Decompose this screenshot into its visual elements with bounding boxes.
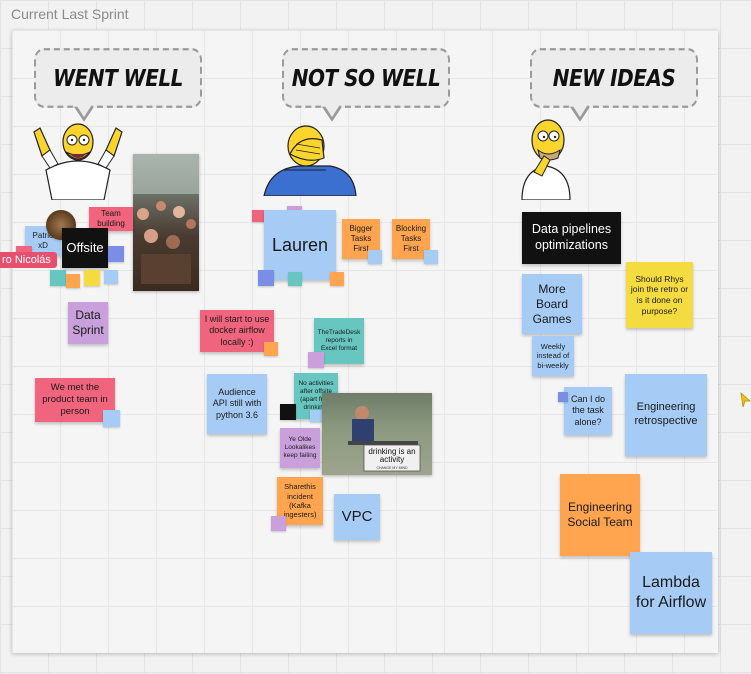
mini-sticky[interactable] bbox=[108, 246, 124, 262]
homer-cheering-icon[interactable] bbox=[32, 118, 124, 200]
note-offsite[interactable]: Offsite bbox=[62, 228, 108, 268]
not-so-well-title: NOT SO WELL bbox=[291, 64, 441, 92]
homer-facepalm-icon[interactable] bbox=[260, 124, 358, 196]
mini-sticky[interactable] bbox=[280, 404, 296, 420]
meme-caption: drinking is an activity bbox=[368, 447, 416, 465]
mini-sticky[interactable] bbox=[308, 352, 324, 368]
photo-crowd-shapes bbox=[133, 154, 199, 284]
mini-sticky[interactable] bbox=[310, 410, 322, 422]
note-data-pipelines[interactable]: Data pipelines optimizations bbox=[522, 212, 621, 264]
note-more-board-games[interactable]: More Board Games bbox=[522, 274, 582, 334]
note-docker-airflow[interactable]: I will start to use docker airflow local… bbox=[200, 310, 274, 352]
note-data-sprint[interactable]: Data Sprint bbox=[68, 302, 108, 344]
note-lauren[interactable]: Lauren bbox=[264, 210, 336, 280]
mini-sticky[interactable] bbox=[368, 250, 382, 264]
change-my-mind-meme[interactable]: drinking is an activity CHANGE MY MIND bbox=[322, 393, 432, 475]
note-lambda[interactable]: Lambda for Airflow bbox=[630, 552, 712, 634]
collaborator-cursor-label: ro Nicolás bbox=[0, 252, 57, 268]
note-eng-social[interactable]: Engineering Social Team bbox=[560, 474, 640, 556]
not-so-well-header[interactable]: NOT SO WELL bbox=[282, 48, 450, 122]
mini-sticky[interactable] bbox=[104, 270, 118, 284]
mini-sticky[interactable] bbox=[84, 270, 100, 286]
note-audience-api[interactable]: Audience API still with python 3.6 bbox=[207, 374, 267, 434]
mini-sticky[interactable] bbox=[288, 272, 302, 286]
homer-thinking-icon[interactable] bbox=[516, 112, 576, 200]
note-can-i-do[interactable]: Can I do the task alone? bbox=[564, 387, 612, 435]
went-well-title: WENT WELL bbox=[53, 64, 183, 92]
new-ideas-header[interactable]: NEW IDEAS bbox=[530, 48, 698, 122]
mini-sticky[interactable] bbox=[66, 274, 80, 288]
mini-sticky[interactable] bbox=[271, 516, 286, 531]
mini-sticky[interactable] bbox=[50, 270, 66, 286]
note-vpc[interactable]: VPC bbox=[334, 494, 380, 540]
mini-sticky[interactable] bbox=[424, 250, 438, 264]
speech-tail bbox=[322, 104, 342, 122]
went-well-header[interactable]: WENT WELL bbox=[34, 48, 202, 122]
mini-sticky[interactable] bbox=[330, 272, 344, 286]
mini-sticky[interactable] bbox=[258, 270, 274, 286]
team-dinner-photo[interactable] bbox=[133, 154, 199, 291]
note-should-rhys[interactable]: Should Rhys join the retro or is it done… bbox=[626, 262, 693, 328]
cursor-arrow-icon bbox=[740, 392, 751, 408]
note-eng-retro[interactable]: Engineering retrospective bbox=[625, 374, 707, 456]
mini-sticky[interactable] bbox=[264, 342, 278, 356]
note-weekly[interactable]: Weekly instead of bi-weekly bbox=[532, 336, 574, 376]
meme-subcaption: CHANGE MY MIND bbox=[376, 466, 408, 470]
frame-title[interactable]: Current Last Sprint bbox=[11, 6, 129, 22]
mini-sticky[interactable] bbox=[558, 392, 568, 402]
mini-sticky[interactable] bbox=[103, 410, 120, 427]
note-ye-olde[interactable]: Ye Olde Lookalikes keep failing bbox=[280, 428, 320, 468]
new-ideas-title: NEW IDEAS bbox=[552, 64, 676, 92]
